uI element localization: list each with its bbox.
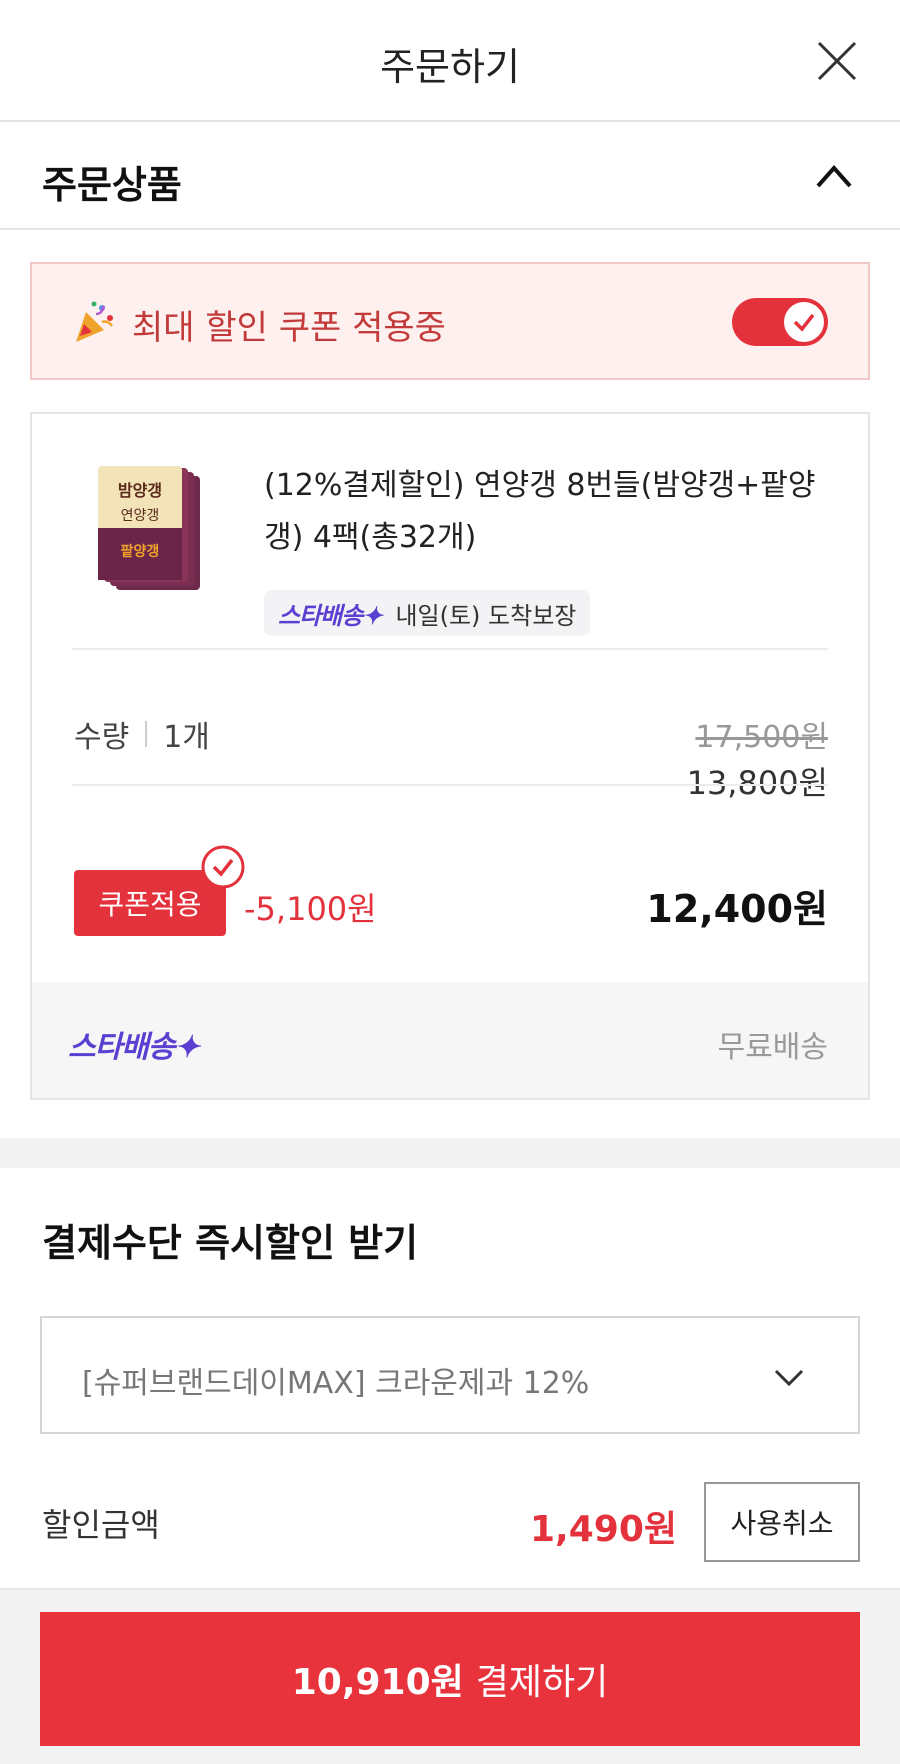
page-title: 주문하기 <box>380 45 520 89</box>
check-circle-icon <box>201 845 245 889</box>
max-coupon-banner: 최대 할인 쿠폰 적용중 <box>30 262 870 380</box>
payment-discount-title: 결제수단 즉시할인 받기 <box>42 1221 419 1265</box>
discount-amount-value: 1,490원 <box>530 1509 677 1550</box>
svg-text:밤양갱: 밤양갱 <box>118 481 162 500</box>
free-shipping-label: 무료배송 <box>717 1030 828 1065</box>
quantity-label: 수량 <box>74 720 130 755</box>
close-icon[interactable] <box>814 38 860 84</box>
payment-method-select[interactable]: [슈퍼브랜드데이MAX] 크라운제과 12% <box>40 1316 860 1434</box>
original-price: 17,500원 <box>695 720 828 755</box>
close-button[interactable] <box>814 38 860 84</box>
quantity-value: 1개 <box>163 720 210 755</box>
star-delivery-logo: 스타배송✦ <box>68 1031 200 1064</box>
check-icon <box>793 313 815 332</box>
svg-text:팥양갱: 팥양갱 <box>121 543 160 560</box>
coupon-banner-text: 최대 할인 쿠폰 적용중 <box>132 308 446 348</box>
coupon-discount-amount: -5,100원 <box>244 890 377 928</box>
star-delivery-logo: 스타배송✦ <box>278 602 382 630</box>
discount-amount-label: 할인금액 <box>42 1506 160 1544</box>
product-thumbnail: 밤양갱 연양갱 팥양갱 <box>98 466 200 590</box>
divider <box>72 784 828 786</box>
chevron-up-icon[interactable] <box>812 156 856 196</box>
order-items-title: 주문상품 <box>42 163 182 207</box>
checkout-bar: 10,910원 결제하기 <box>0 1588 900 1764</box>
pay-amount: 10,910원 <box>291 1662 464 1703</box>
header: 주문하기 <box>0 0 900 122</box>
pay-label: 결제하기 <box>475 1662 609 1703</box>
delivery-eta: 내일(토) 도착보장 <box>395 601 577 630</box>
delivery-badge: 스타배송✦ 내일(토) 도착보장 <box>264 590 591 636</box>
product-name[interactable]: (12%결제할인) 연양갱 8번들(밤양갱+팥양갱) 4팩(총32개) <box>264 460 844 564</box>
order-items-header[interactable]: 주문상품 <box>0 124 900 230</box>
section-separator <box>0 1138 900 1168</box>
svg-text:연양갱: 연양갱 <box>121 508 160 524</box>
cancel-discount-button[interactable]: 사용취소 <box>704 1482 860 1562</box>
final-price: 12,400원 <box>646 887 828 931</box>
collapse-button[interactable] <box>812 156 856 196</box>
shipping-footer: 스타배송✦ 무료배송 <box>32 982 868 1098</box>
toggle-knob <box>784 302 824 342</box>
sale-price: 13,800원 <box>686 764 828 802</box>
selected-payment-option: [슈퍼브랜드데이MAX] 크라운제과 12% <box>82 1366 590 1401</box>
divider <box>72 648 828 650</box>
party-popper-icon <box>76 301 114 342</box>
chevron-down-icon <box>774 1369 804 1387</box>
quantity-row: 수량 1개 <box>74 712 210 756</box>
pay-button[interactable]: 10,910원 결제하기 <box>40 1612 860 1746</box>
product-card: 밤양갱 연양갱 팥양갱 (12%결제할인) 연양갱 8번들(밤양갱+팥양갱) 4… <box>30 412 870 1100</box>
coupon-toggle[interactable] <box>732 298 828 346</box>
quantity-separator <box>145 721 148 747</box>
